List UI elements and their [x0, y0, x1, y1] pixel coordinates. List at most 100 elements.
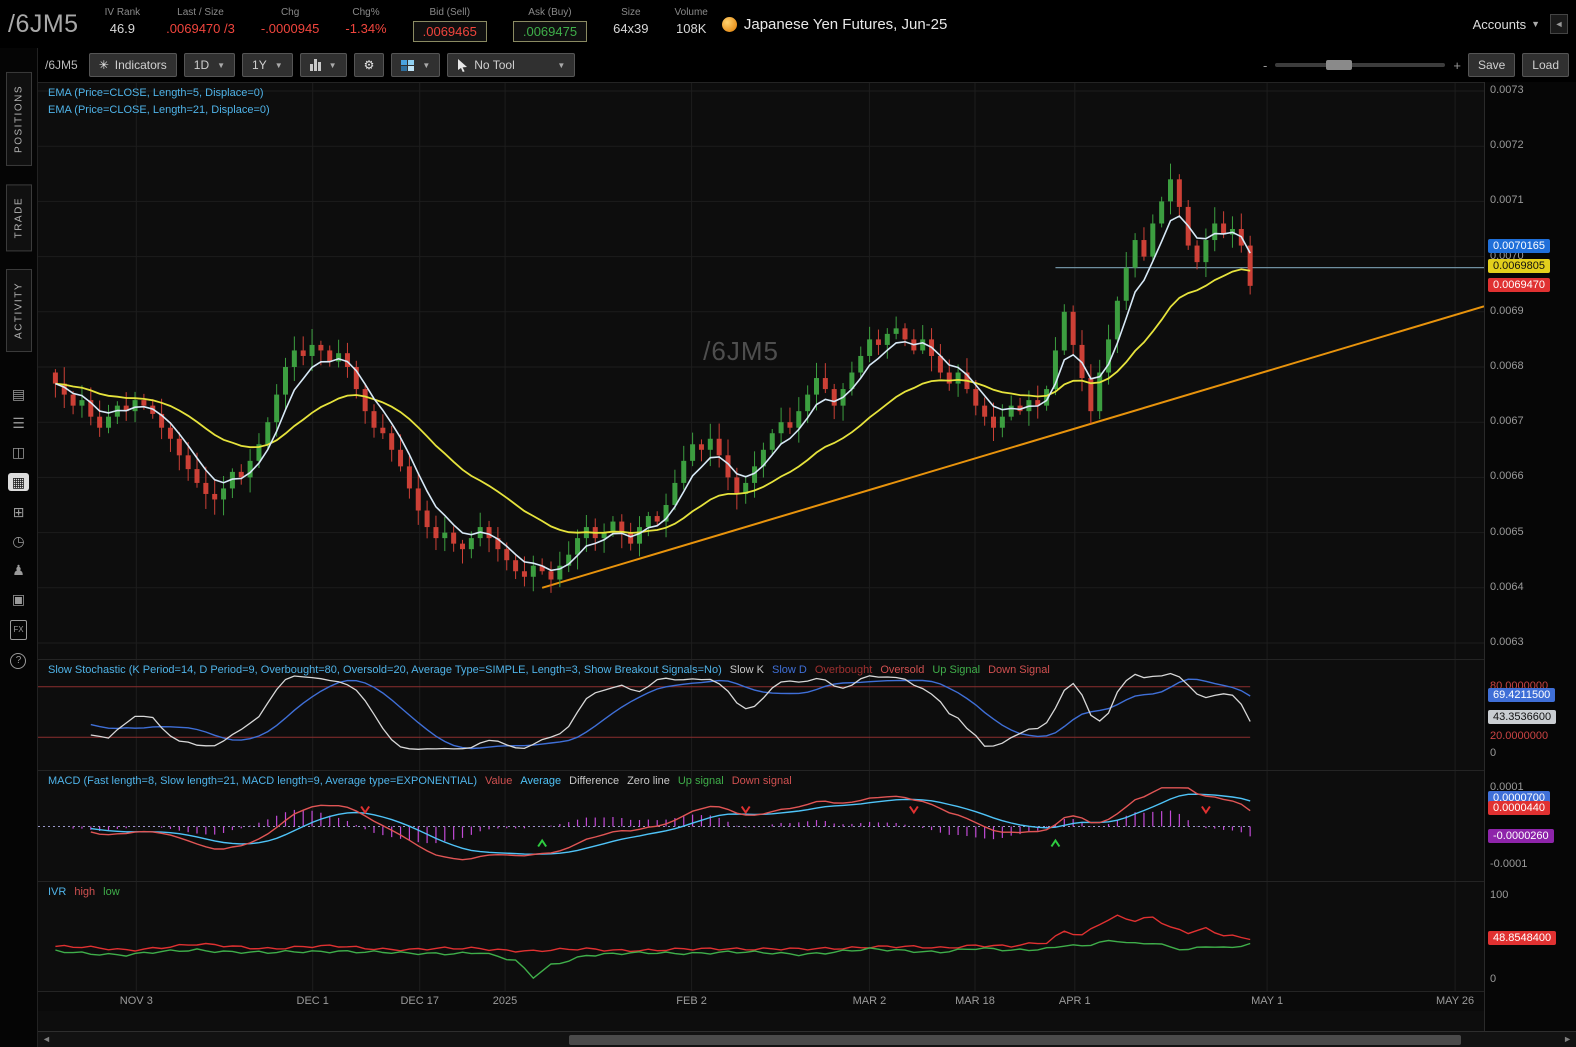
zoom-slider[interactable]: [1275, 60, 1446, 70]
field-value[interactable]: .0069465: [412, 20, 487, 42]
field-value: 46.9: [109, 20, 136, 36]
time-axis-label: APR 1: [1058, 995, 1091, 1007]
legend-item: high: [74, 886, 96, 898]
chevron-down-icon: ▼: [1531, 19, 1540, 29]
document-icon[interactable]: ▤: [12, 386, 25, 402]
fx-icon[interactable]: FX: [10, 620, 27, 641]
zoom-control: - +: [1263, 58, 1461, 73]
price-bubble: 0.0069805: [1488, 259, 1550, 274]
archive-icon[interactable]: ▣: [12, 591, 25, 607]
price-axis-tick: 0.0066: [1490, 470, 1524, 483]
stoch-axis-label: 20.0000000: [1490, 730, 1549, 743]
aggregation-value: 1D: [193, 58, 210, 72]
header-field: Chg% -1.34%: [345, 7, 386, 36]
chart-watermark: /6JM5: [703, 336, 779, 367]
product-title: Japanese Yen Futures, Jun-25: [743, 15, 948, 33]
clock-icon[interactable]: ◷: [12, 533, 24, 549]
legend-item: Down signal: [731, 775, 792, 787]
trading-app: /6JM5 IV Rank 46.9 Last / Size .0069470 /3 C…: [0, 0, 1576, 1047]
scrollbar-thumb[interactable]: [568, 1035, 1461, 1045]
price-axis-tick: 0.0073: [1490, 84, 1524, 96]
sidebar-tabs: POSITIONS TRADE ACTIVITY: [5, 72, 32, 370]
save-button[interactable]: Save: [1467, 53, 1516, 77]
accounts-label: Accounts: [1472, 16, 1527, 32]
indicators-label: Indicators: [114, 58, 167, 72]
product: Japanese Yen Futures, Jun-25: [721, 15, 948, 33]
macd-axis-label: -0.0001: [1490, 858, 1528, 871]
legend-item: Slow Stochastic (K Period=14, D Period=9…: [48, 664, 722, 676]
chart-panels: EMA (Price=CLOSE, Length=5, Displace=0) E…: [38, 82, 1484, 1031]
horizontal-scrollbar[interactable]: ◄ ►: [38, 1031, 1576, 1047]
price-axis-tick: 0.0069: [1490, 304, 1524, 317]
grid-layout-dropdown[interactable]: ▼: [391, 53, 441, 77]
ivr-axis-label: 0: [1490, 973, 1497, 985]
macd-axis-bubble: -0.0000260: [1488, 828, 1554, 843]
ivr-canvas[interactable]: [38, 882, 1484, 991]
field-value: -.0000945: [260, 20, 320, 36]
time-axis-label: FEB 2: [676, 995, 707, 1007]
indicators-button[interactable]: ✳ Indicators: [88, 53, 177, 77]
chart-icon[interactable]: ▦: [7, 473, 30, 492]
accounts-menu[interactable]: Accounts ▼: [1473, 17, 1540, 32]
field-label: Last / Size: [177, 6, 224, 18]
price-axis-tick: 0.0067: [1490, 415, 1524, 428]
stochastic-canvas[interactable]: [38, 660, 1484, 770]
sidebar-icons: ▤ ☰ ◫ ▦ ⊞ ◷ ♟ ▣ FX?: [7, 386, 30, 670]
chevron-down-icon: ▼: [274, 60, 283, 70]
scroll-right-arrow[interactable]: ►: [1563, 1034, 1572, 1044]
header-field: Chg -.0000945: [261, 7, 320, 36]
time-axis: NOV 3 DEC 1 DEC 17 2025 FEB 2 MAR 2 MAR 18 APR …: [38, 991, 1484, 1011]
aggregation-dropdown[interactable]: 1D ▼: [183, 53, 236, 77]
header: /6JM5 IV Rank 46.9 Last / Size .0069470 /3 C…: [0, 0, 1576, 48]
price-axis-tick: 0.0064: [1490, 580, 1524, 593]
price-axis-tick: 0.0068: [1490, 360, 1524, 372]
zoom-slider-thumb[interactable]: [1326, 60, 1353, 70]
main-chart-canvas[interactable]: [38, 83, 1484, 659]
zoom-in-button[interactable]: +: [1453, 58, 1461, 73]
drawing-tool-dropdown[interactable]: No Tool ▼: [447, 53, 576, 77]
apps-grid-icon[interactable]: ⊞: [13, 504, 25, 520]
chart-style-dropdown[interactable]: ▼: [299, 53, 347, 77]
main-price-panel[interactable]: EMA (Price=CLOSE, Length=5, Displace=0) E…: [38, 82, 1484, 659]
time-axis-label: DEC 17: [400, 995, 439, 1007]
ivr-panel[interactable]: IVR high low: [38, 881, 1484, 991]
chart-settings-button[interactable]: ⚙: [353, 53, 385, 77]
stoch-axis-bubble: 43.3536600: [1488, 709, 1557, 724]
legend-item: MACD (Fast length=8, Slow length=21, MAC…: [48, 775, 478, 787]
stochastic-panel[interactable]: Slow Stochastic (K Period=14, D Period=9…: [38, 659, 1484, 770]
range-value: 1Y: [252, 58, 267, 72]
scroll-left-arrow[interactable]: ◄: [42, 1034, 51, 1044]
price-axis[interactable]: 0.0073 0.0072 0.0071 0.0070 0.0069 0.0068 0.00…: [1484, 82, 1576, 1031]
sidebar-tab-trade[interactable]: TRADE: [5, 183, 32, 252]
load-button[interactable]: Load: [1522, 53, 1569, 77]
chevron-down-icon: ▼: [217, 60, 226, 70]
range-dropdown[interactable]: 1Y ▼: [242, 53, 293, 77]
macd-panel[interactable]: MACD (Fast length=8, Slow length=21, MAC…: [38, 770, 1484, 881]
macd-canvas[interactable]: [38, 771, 1484, 881]
ivr-axis-bubble: 48.8548400: [1488, 930, 1557, 945]
people-icon[interactable]: ♟: [12, 562, 25, 578]
list-icon[interactable]: ☰: [12, 415, 25, 431]
collapse-panel-button[interactable]: ◄: [1550, 14, 1568, 34]
sidebar-tab-positions[interactable]: POSITIONS: [5, 72, 32, 166]
field-label: Chg: [280, 6, 300, 18]
help-icon[interactable]: ?: [10, 653, 27, 670]
sidebar-tab-activity[interactable]: ACTIVITY: [5, 269, 32, 353]
field-value: -1.34%: [345, 20, 387, 36]
field-value: .0069470 /3: [166, 20, 235, 36]
time-axis-label: MAR 18: [955, 995, 995, 1007]
zoom-out-button[interactable]: -: [1263, 58, 1267, 73]
watchlist-icon[interactable]: ◫: [12, 444, 25, 460]
price-axis-tick: 0.0072: [1490, 139, 1524, 152]
legend-item: IVR: [48, 886, 67, 898]
header-field: IV Rank 46.9: [105, 7, 141, 36]
gear-icon: ⚙: [363, 58, 375, 72]
legend-item: Overbought: [814, 664, 873, 676]
grid-layout-icon: [401, 59, 415, 71]
field-value[interactable]: .0069475: [512, 20, 588, 42]
header-right: Accounts ▼ ◄: [1473, 14, 1568, 34]
header-field: Size 64x39: [613, 7, 648, 36]
time-axis-label: 2025: [492, 995, 518, 1007]
legend-item: EMA (Price=CLOSE, Length=5, Displace=0): [48, 87, 264, 99]
toolbar-symbol-label: /6JM5: [45, 58, 78, 72]
